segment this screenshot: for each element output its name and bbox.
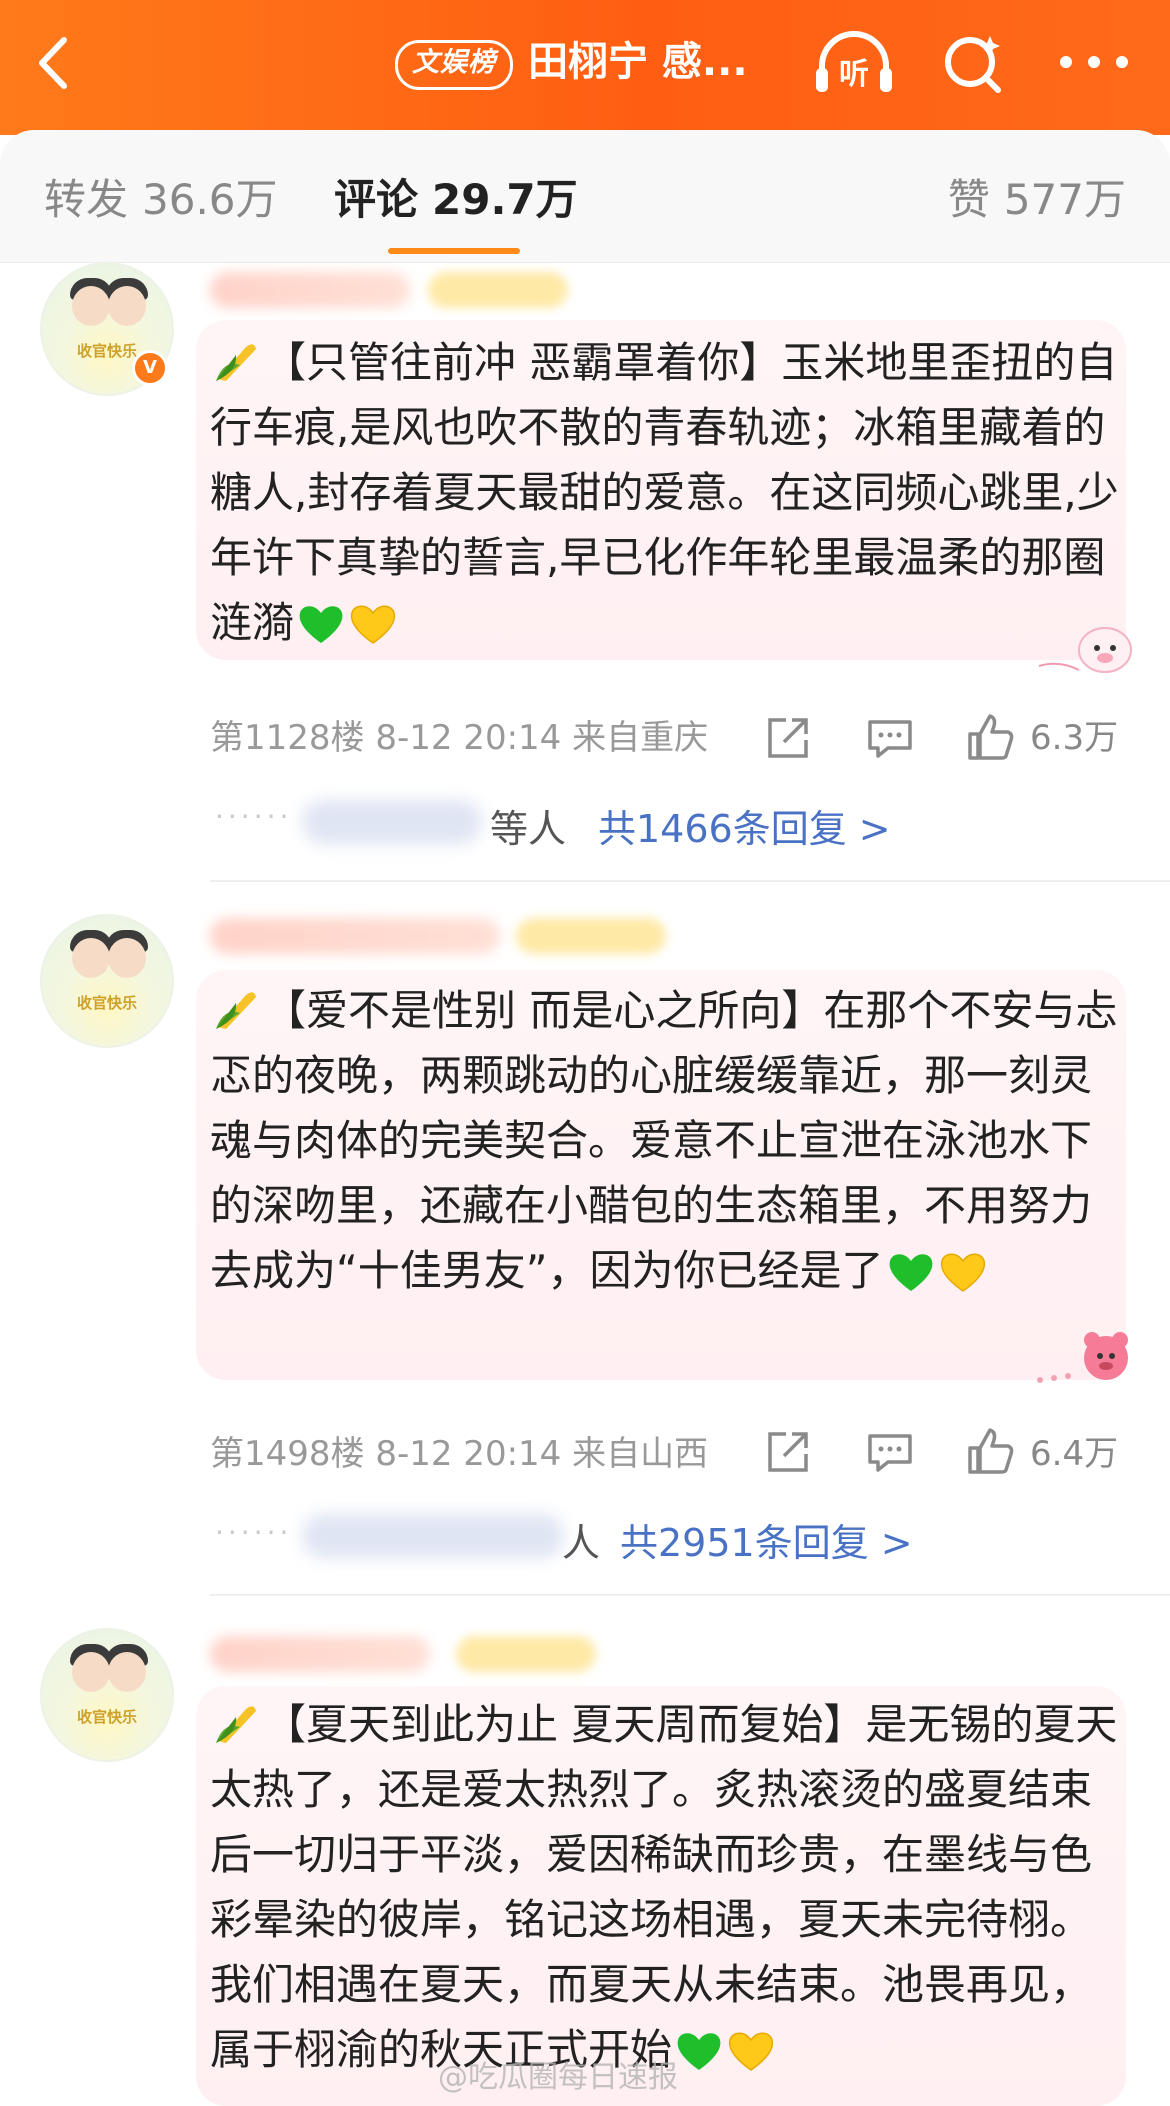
corn-emoji-icon xyxy=(210,983,262,1035)
reply-icon[interactable] xyxy=(866,714,914,762)
yellow-heart-icon xyxy=(348,599,398,647)
green-heart-icon xyxy=(886,1247,936,1295)
tab-count: 29.7万 xyxy=(432,175,578,224)
view-replies-link[interactable]: 共1466条回复 > xyxy=(598,798,891,853)
active-tab-indicator xyxy=(388,248,520,254)
comment-body: 【夏天到此为止 夏天周而复始】是无锡的夏天太热了，还是爱太热烈了。炙热滚烫的盛夏… xyxy=(210,1700,1118,2074)
tab-count: 577万 xyxy=(1003,175,1126,224)
green-heart-icon xyxy=(296,599,346,647)
green-heart-icon xyxy=(674,2026,724,2074)
comment-text: 【只管往前冲 恶霸罩着你】玉米地里歪扭的自行车痕,是风也吹不散的青春轨迹；冰箱里… xyxy=(210,330,1120,655)
avatar-caption: 收官快乐 xyxy=(76,994,137,1012)
reply-ellipsis: ······ xyxy=(215,1516,293,1549)
username-blurred[interactable] xyxy=(210,918,500,954)
comment-meta: 第1128楼 8-12 20:14 来自重庆 xyxy=(210,718,709,758)
avatar-caption: 收官快乐 xyxy=(76,1708,137,1726)
avatar[interactable]: 收官快乐 xyxy=(40,914,174,1048)
bubble-sticker-icon xyxy=(1030,1320,1140,1400)
avatar[interactable]: 收官快乐 xyxy=(40,1628,174,1762)
page-title: 田栩宁 感... xyxy=(528,39,748,85)
tab-comments[interactable]: 评论 29.7万 xyxy=(334,172,578,228)
tab-count: 36.6万 xyxy=(142,175,278,224)
reply-suffix: 人 xyxy=(562,1521,601,1565)
comment-divider xyxy=(210,1594,1170,1596)
fan-badge-blurred xyxy=(516,918,666,954)
tab-label: 转发 xyxy=(44,175,129,224)
yellow-heart-icon xyxy=(938,1247,988,1295)
tab-label: 评论 xyxy=(334,175,419,224)
comment-text: 【夏天到此为止 夏天周而复始】是无锡的夏天太热了，还是爱太热烈了。炙热滚烫的盛夏… xyxy=(210,1692,1120,2082)
view-replies-link[interactable]: 共2951条回复 > xyxy=(620,1512,913,1567)
reply-icon[interactable] xyxy=(866,1428,914,1476)
search-icon[interactable] xyxy=(932,28,1016,98)
like-icon[interactable] xyxy=(966,1426,1016,1476)
comment-meta: 第1498楼 8-12 20:14 来自山西 xyxy=(210,1434,709,1474)
back-icon[interactable] xyxy=(30,28,80,98)
tab-likes[interactable]: 赞 577万 xyxy=(948,172,1126,228)
username-blurred[interactable] xyxy=(210,1636,430,1672)
more-icon[interactable] xyxy=(1052,28,1136,98)
reply-ellipsis: ······ xyxy=(215,800,293,833)
corn-emoji-icon xyxy=(210,335,262,387)
like-icon[interactable] xyxy=(966,712,1016,762)
yellow-heart-icon xyxy=(726,2026,776,2074)
watermark: @吃瓜圈每日速报 xyxy=(438,2060,678,2095)
comment-divider xyxy=(210,880,1170,882)
reply-users-blurred xyxy=(302,1514,564,1558)
tab-forward[interactable]: 转发 36.6万 xyxy=(44,172,278,228)
fan-badge-blurred xyxy=(428,272,568,308)
tab-bar: 转发 36.6万 评论 29.7万 赞 577万 xyxy=(0,130,1170,263)
reply-users-blurred xyxy=(302,800,482,844)
svg-text:听: 听 xyxy=(839,57,869,92)
listen-icon[interactable]: 听 xyxy=(812,28,896,98)
verified-badge-icon: V xyxy=(132,350,168,386)
share-icon[interactable] xyxy=(764,714,812,762)
corn-emoji-icon xyxy=(210,1697,262,1749)
tab-label: 赞 xyxy=(947,175,990,224)
like-count: 6.3万 xyxy=(1030,718,1119,758)
fan-badge-blurred xyxy=(456,1636,596,1672)
bubble-sticker-icon xyxy=(1035,610,1145,690)
top-bar: 文娱榜 田栩宁 感... 听 xyxy=(0,0,1170,135)
like-count: 6.4万 xyxy=(1030,1434,1119,1474)
hot-list-badge[interactable]: 文娱榜 xyxy=(395,40,513,90)
comment-text: 【爱不是性别 而是心之所向】在那个不安与忐忑的夜晚，两颗跳动的心脏缓缓靠近，那一… xyxy=(210,978,1120,1303)
username-blurred[interactable] xyxy=(210,272,410,308)
comment-body: 【只管往前冲 恶霸罩着你】玉米地里歪扭的自行车痕,是风也吹不散的青春轨迹；冰箱里… xyxy=(210,338,1119,647)
reply-suffix: 等人 xyxy=(490,807,567,851)
share-icon[interactable] xyxy=(764,1428,812,1476)
